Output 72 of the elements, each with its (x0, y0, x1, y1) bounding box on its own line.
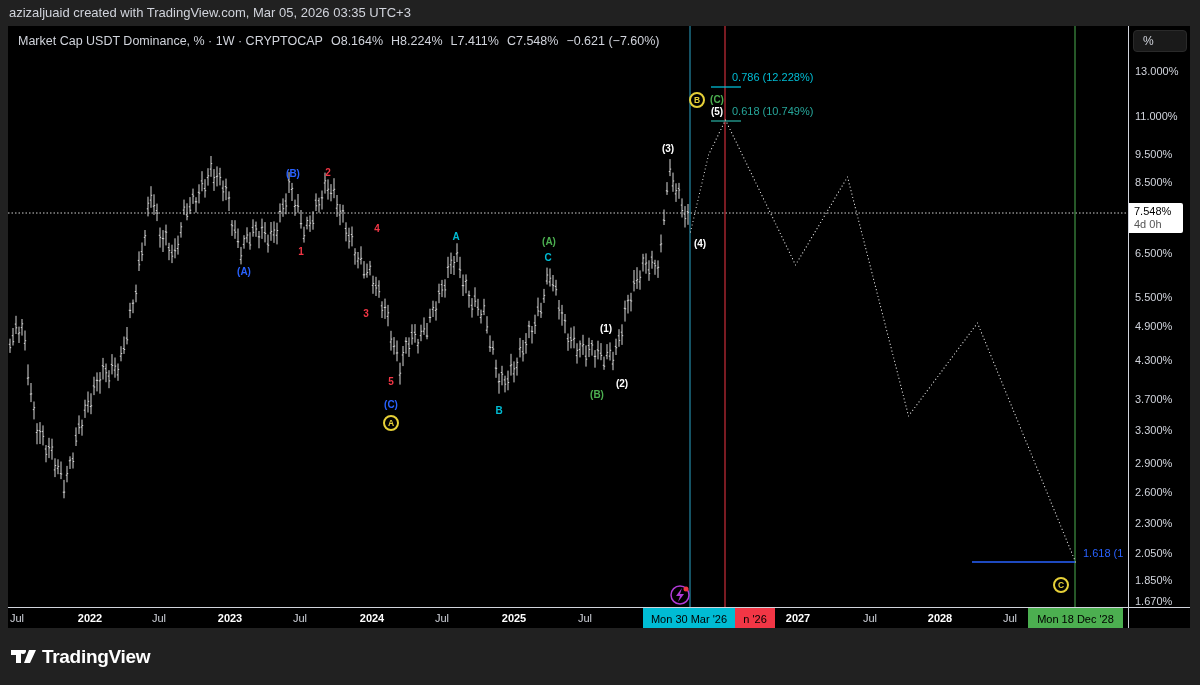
date-marker: n '26 (735, 608, 775, 628)
wave-label: (A) (237, 266, 251, 278)
time-axis-label: Jul (1002, 612, 1018, 624)
fib-level-label: 0.786 (12.228%) (732, 71, 814, 83)
time-axis-label: 2027 (785, 612, 811, 624)
price-axis-label: 9.500% (1135, 148, 1173, 160)
wave-label: (C) (710, 94, 724, 106)
price-axis-label: 3.300% (1135, 424, 1173, 436)
logo-icon (11, 650, 37, 663)
ohlc-value: L7.411% (450, 34, 499, 48)
wave-label: (C) (384, 399, 398, 411)
wave-label: (2) (615, 378, 629, 390)
wave-label: (3) (661, 143, 675, 155)
wave-label: 2 (325, 167, 331, 179)
level-line (710, 86, 742, 88)
time-axis-label: Jul (577, 612, 593, 624)
wave-label: 3 (363, 308, 369, 320)
time-axis-label: 2023 (217, 612, 243, 624)
price-axis-label: 4.300% (1135, 354, 1173, 366)
level-line (710, 120, 742, 122)
fib-level-label: 1.618 (1 (1083, 547, 1124, 559)
time-axis-label: Jul (292, 612, 308, 624)
wave-label: A (383, 415, 399, 431)
ohlc-value: C7.548% (506, 34, 559, 48)
ohlc-value: −0.621 (−7.60%) (566, 34, 660, 48)
wave-label: 4 (374, 223, 380, 235)
ohlc-value: O8.164% (330, 34, 384, 48)
price-axis-label: 3.700% (1135, 393, 1173, 405)
wave-label: 1 (298, 246, 304, 258)
price-axis-label: 1.850% (1135, 574, 1173, 586)
wave-label: (B) (286, 168, 300, 180)
wave-label: 5 (388, 376, 394, 388)
time-axis-label: 2024 (359, 612, 385, 624)
price-axis-label: 2.050% (1135, 547, 1173, 559)
time-axis-label: Jul (862, 612, 878, 624)
wave-label: (1) (599, 323, 613, 335)
wave-label: (B) (590, 389, 604, 401)
wave-label: C (544, 252, 552, 264)
time-axis-label: 2025 (501, 612, 527, 624)
current-price: 7.548% (1134, 205, 1173, 218)
price-axis-label: 2.600% (1135, 486, 1173, 498)
price-axis-label: 5.500% (1135, 291, 1173, 303)
caption-text: azizaljuaid created with TradingView.com, Mar 05, 2026 03:35 UTC+3 (9, 4, 411, 22)
price-axis-label: 6.500% (1135, 247, 1173, 259)
ohlc-value: H8.224% (391, 34, 443, 48)
date-marker: Mon 18 Dec '28 (1028, 608, 1123, 628)
wave-label: (5) (710, 106, 724, 118)
price-axis-label: 8.500% (1135, 176, 1173, 188)
price-axis-label: 13.000% (1135, 65, 1179, 77)
logo-text: TradingView (42, 645, 151, 668)
price-axis-label: 1.670% (1135, 595, 1173, 607)
symbol-title: Market Cap USDT Dominance, % · 1W · CRYPTOCAP (18, 34, 323, 48)
time-axis-label: Jul (434, 612, 450, 624)
wave-label: B (689, 92, 705, 108)
time-axis-label: Jul (151, 612, 167, 624)
time-axis-label: Jul (9, 612, 25, 624)
wave-label: (A) (542, 236, 556, 248)
countdown-text: 4d 0h (1134, 218, 1163, 231)
date-marker: Mon 30 Mar '26 (643, 608, 735, 628)
wave-label: (4) (693, 238, 707, 250)
scale-button[interactable]: % (1133, 30, 1187, 52)
price-axis-label: 2.900% (1135, 457, 1173, 469)
time-axis-label: 2022 (77, 612, 103, 624)
price-axis-label: 11.000% (1135, 110, 1178, 122)
price-axis-label: 4.900% (1135, 320, 1173, 332)
lightning-icon (670, 585, 690, 605)
wave-label: C (1053, 577, 1069, 593)
price-axis-label: 2.300% (1135, 517, 1173, 529)
wave-label: B (495, 405, 503, 417)
fib-level-label: 0.618 (10.749%) (732, 105, 814, 117)
time-axis-label: 2028 (927, 612, 953, 624)
wave-label: A (452, 231, 460, 243)
